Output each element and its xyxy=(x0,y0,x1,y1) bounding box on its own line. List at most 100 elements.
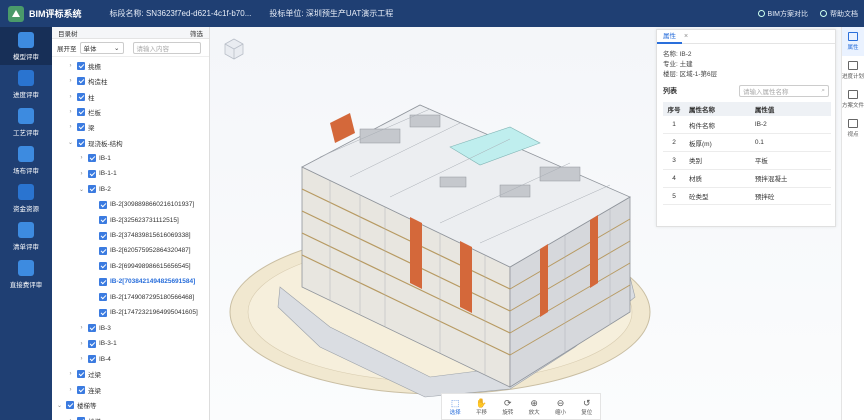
tree-item-label: IB-2 xyxy=(99,185,111,193)
tree-item[interactable]: ⌄ 楼梯等 xyxy=(52,398,209,413)
tree-item[interactable]: › 栏板 xyxy=(52,104,209,119)
tree-item[interactable]: ⌄ 现浇板-结构 xyxy=(52,135,209,150)
tree-checkbox[interactable] xyxy=(99,262,107,271)
expand-caret-icon[interactable]: › xyxy=(67,94,74,100)
chart-icon xyxy=(18,259,34,276)
nav-funds-resources[interactable]: 资金资源 xyxy=(0,179,52,217)
expand-caret-icon[interactable]: › xyxy=(67,63,74,69)
tree-item[interactable]: ›楼梯 xyxy=(52,413,209,420)
expand-caret-icon[interactable]: › xyxy=(78,325,85,331)
viewport-tool-4[interactable]: ⊖ 缩小 xyxy=(547,394,573,419)
tree-checkbox[interactable] xyxy=(99,231,107,240)
right-tool-label: 视点 xyxy=(847,132,859,138)
expand-caret-icon[interactable]: › xyxy=(67,387,74,393)
tree-checkbox[interactable] xyxy=(88,169,96,178)
expand-caret-icon[interactable]: › xyxy=(78,356,85,362)
tree-item[interactable]: IB-2[374839815616069338] xyxy=(52,228,209,243)
tree-checkbox[interactable] xyxy=(88,339,96,348)
tree-item-label: IB-2[325623731112515] xyxy=(110,216,179,224)
tree-checkbox[interactable] xyxy=(77,61,85,70)
tree-item[interactable]: › 柱 xyxy=(52,89,209,104)
right-tool-0[interactable]: 属性 xyxy=(842,27,864,56)
expand-caret-icon[interactable]: ⌄ xyxy=(78,186,85,193)
cube-icon xyxy=(18,31,34,48)
tree-checkbox[interactable] xyxy=(88,154,96,163)
expand-caret-icon[interactable]: › xyxy=(78,341,85,347)
tree-item[interactable]: › 过梁 xyxy=(52,367,209,382)
help-link[interactable]: 帮助文档 xyxy=(820,9,858,19)
tree-item[interactable]: › 梁 xyxy=(52,120,209,135)
viewport-tool-5[interactable]: ↺ 复位 xyxy=(574,394,600,419)
tree-checkbox[interactable] xyxy=(66,401,74,410)
viewport-tool-1[interactable]: ✋ 平移 xyxy=(468,394,494,419)
bidder-info: 投标单位: 深圳预生产UAT演示工程 xyxy=(269,8,393,19)
expand-level-select[interactable]: 单体 ⌄ xyxy=(79,41,124,54)
tree-item[interactable]: IB-2[325623731112515] xyxy=(52,212,209,227)
tab-properties[interactable]: 属性 xyxy=(657,30,682,44)
nav-process-review[interactable]: 工艺评审 xyxy=(0,103,52,141)
tree-item[interactable]: IB-2[699498986615656545] xyxy=(52,259,209,274)
tree-checkbox[interactable] xyxy=(77,385,85,394)
bim-compare-link[interactable]: BIM方案对比 xyxy=(757,9,808,19)
nav-model-review[interactable]: 模型评审 xyxy=(0,27,52,65)
expand-caret-icon[interactable]: › xyxy=(78,171,85,177)
expand-caret-icon[interactable]: ⌄ xyxy=(67,139,74,146)
expand-caret-icon[interactable]: › xyxy=(78,155,85,161)
tree-checkbox[interactable] xyxy=(88,355,96,364)
tree-item[interactable]: › IB-4 xyxy=(52,351,209,366)
tree-checkbox[interactable] xyxy=(99,216,107,225)
tree-item[interactable]: › IB-3-1 xyxy=(52,336,209,351)
property-search-input[interactable]: 请输入属性名称 ⌕ xyxy=(739,85,829,97)
property-search-placeholder: 请输入属性名称 xyxy=(743,89,789,96)
viewport-tool-2[interactable]: ⟳ 旋转 xyxy=(495,394,521,419)
tree-search-input[interactable]: 请输入内容 xyxy=(132,41,201,54)
tree-item[interactable]: › IB-1 xyxy=(52,151,209,166)
app-logo-icon xyxy=(8,5,24,22)
tree-checkbox[interactable] xyxy=(77,370,85,379)
tree-checkbox[interactable] xyxy=(99,246,107,255)
right-tool-1[interactable]: 进度计划 xyxy=(842,56,864,85)
table-row: 5 砼类型 预拌砼 xyxy=(663,187,831,206)
tree-item[interactable]: IB-2[174723219649950416​05] xyxy=(52,305,209,320)
nav-direct-cost-review[interactable]: 直接费评审 xyxy=(0,255,52,293)
tree-item[interactable]: IB-2[703842149482569158​4] xyxy=(52,274,209,289)
nav-site-review[interactable]: 场布评审 xyxy=(0,141,52,179)
expand-caret-icon[interactable]: › xyxy=(67,78,74,84)
tree-item[interactable]: › 连梁 xyxy=(52,382,209,397)
cell-name: 砼类型 xyxy=(685,187,751,206)
tree-item[interactable]: ⌄ IB-2 xyxy=(52,182,209,197)
filter-button[interactable]: 筛选 xyxy=(190,28,203,38)
tree-checkbox[interactable] xyxy=(77,77,85,86)
tree-checkbox[interactable] xyxy=(77,92,85,101)
right-tool-3[interactable]: 视点 xyxy=(842,114,864,143)
nav-schedule-review[interactable]: 进度评审 xyxy=(0,65,52,103)
expand-caret-icon[interactable]: › xyxy=(67,109,74,115)
tree-checkbox[interactable] xyxy=(99,200,107,209)
tree-checkbox[interactable] xyxy=(99,277,107,286)
tree-item[interactable]: › IB-1-1 xyxy=(52,166,209,181)
viewport-tool-3[interactable]: ⊕ 放大 xyxy=(521,394,547,419)
tree-checkbox[interactable] xyxy=(77,123,85,132)
expand-caret-icon[interactable]: ⌄ xyxy=(56,402,63,409)
nav-list-review[interactable]: 清单评审 xyxy=(0,217,52,255)
viewport-tool-0[interactable]: ⬚ 选择 xyxy=(442,394,468,419)
tree-item[interactable]: › IB-3 xyxy=(52,320,209,335)
property-table: 序号 属性名称 属性值 1 构件名称 IB-2 2 板厚(m) 0.1 3 类别 平板 4 材质 预拌… xyxy=(663,102,831,206)
tree-item[interactable]: › 构造柱 xyxy=(52,73,209,88)
tree-checkbox[interactable] xyxy=(77,108,85,117)
tree-checkbox[interactable] xyxy=(77,138,85,147)
tree-item[interactable]: IB-2[174908729518056646​8] xyxy=(52,290,209,305)
tree-checkbox[interactable] xyxy=(88,324,96,333)
close-icon[interactable]: × xyxy=(684,33,688,40)
tree-item[interactable]: IB-2[620575952864320487] xyxy=(52,243,209,258)
tree-checkbox[interactable] xyxy=(99,293,107,302)
tree-item[interactable]: › 挑檐 xyxy=(52,58,209,73)
expand-caret-icon[interactable]: › xyxy=(67,371,74,377)
tree-item-label: 连梁 xyxy=(88,387,101,395)
expand-caret-icon[interactable]: › xyxy=(67,124,74,130)
right-tool-2[interactable]: 方案文件 xyxy=(842,85,864,114)
tree-checkbox[interactable] xyxy=(88,185,96,194)
tree-item[interactable]: IB-2[3098898660216101937] xyxy=(52,197,209,212)
tree-checkbox[interactable] xyxy=(99,308,107,317)
right-tool-label: 属性 xyxy=(847,45,859,51)
